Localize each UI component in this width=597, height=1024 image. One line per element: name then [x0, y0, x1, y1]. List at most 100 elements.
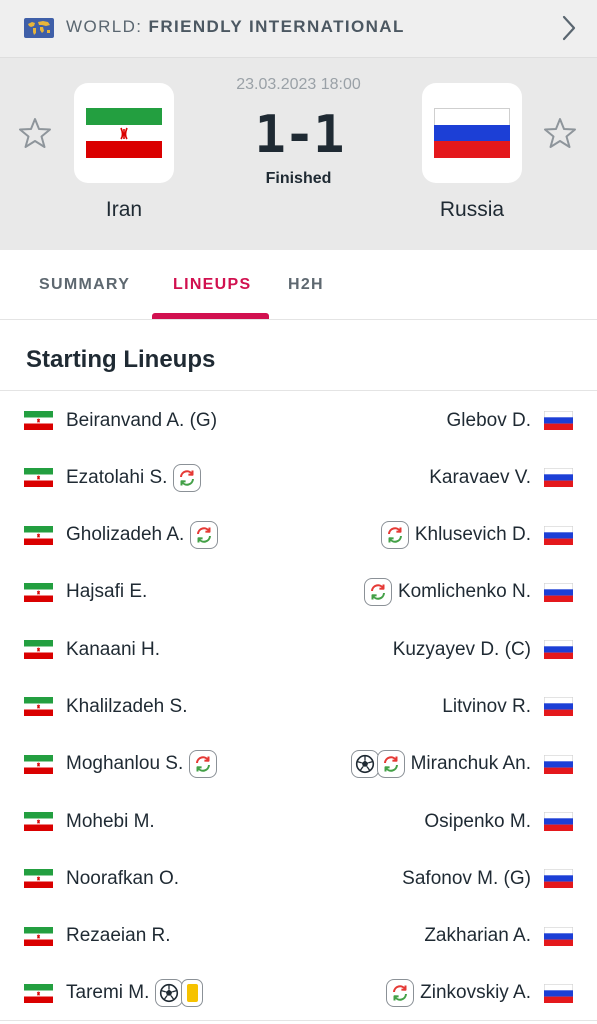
iran-flag-icon [24, 640, 53, 660]
player-name[interactable]: Karavaev V. [429, 467, 531, 489]
player-name[interactable]: Hajsafi E. [66, 581, 147, 603]
competition-prefix: WORLD: [66, 17, 143, 36]
player-event-icons [190, 521, 219, 550]
away-player[interactable]: Karavaev V. [429, 449, 573, 506]
substitution-icon [386, 979, 415, 1008]
player-event-icons [173, 463, 202, 492]
lineup-row: Gholizadeh A. Khlusevich D. [0, 507, 597, 564]
favorite-star-icon-home[interactable] [18, 116, 52, 150]
player-name[interactable]: Glebov D. [447, 410, 531, 432]
russia-flag-icon [544, 926, 573, 946]
iran-flag-icon [24, 754, 53, 774]
tab-h2h[interactable]: H2H [288, 276, 324, 294]
tab-lineups[interactable]: LINEUPS [173, 276, 251, 294]
iran-flag-icon [24, 697, 53, 717]
player-name[interactable]: Safonov M. (G) [402, 868, 531, 890]
player-name[interactable]: Moghanlou S. [66, 753, 183, 775]
home-player[interactable]: Hajsafi E. [24, 564, 147, 621]
yellow-card-icon [181, 979, 204, 1008]
match-status: Finished [265, 170, 332, 187]
home-player[interactable]: Mohebi M. [24, 793, 155, 850]
substitution-icon [363, 578, 392, 607]
russia-flag-icon [544, 468, 573, 488]
player-name[interactable]: Mohebi M. [66, 811, 155, 833]
player-event-icons [189, 750, 218, 779]
player-name[interactable]: Kanaani H. [66, 639, 160, 661]
player-event-icons [380, 521, 409, 550]
substitution-icon [380, 521, 409, 550]
away-player[interactable]: Zakharian A. [424, 908, 573, 965]
away-team-logo[interactable] [422, 83, 522, 183]
player-name[interactable]: Komlichenko N. [398, 581, 531, 603]
home-player[interactable]: Beiranvand A. (G) [24, 392, 217, 449]
home-player[interactable]: Gholizadeh A. [24, 507, 219, 564]
russia-flag-icon [434, 108, 510, 158]
away-player[interactable]: Miranchuk An. [350, 736, 573, 793]
russia-flag-icon [544, 525, 573, 545]
player-name[interactable]: Kuzyayev D. (C) [393, 639, 531, 661]
substitution-icon [376, 750, 405, 779]
player-name[interactable]: Khalilzadeh S. [66, 696, 187, 718]
home-player[interactable]: Rezaeian R. [24, 908, 171, 965]
player-event-icons [350, 750, 405, 779]
iran-flag-icon [24, 926, 53, 946]
iran-flag-icon [24, 468, 53, 488]
home-team-logo[interactable] [74, 83, 174, 183]
player-name[interactable]: Osipenko M. [424, 811, 531, 833]
home-team-name[interactable]: Iran [44, 198, 204, 222]
away-player[interactable]: Glebov D. [447, 392, 573, 449]
player-name[interactable]: Zinkovskiy A. [420, 982, 531, 1004]
home-player[interactable]: Khalilzadeh S. [24, 678, 187, 735]
home-player[interactable]: Ezatolahi S. [24, 449, 202, 506]
player-name[interactable]: Rezaeian R. [66, 925, 171, 947]
substitution-icon [173, 463, 202, 492]
away-team-name[interactable]: Russia [392, 198, 552, 222]
favorite-star-icon-away[interactable] [543, 116, 577, 150]
player-name[interactable]: Gholizadeh A. [66, 524, 184, 546]
lineup-row: Noorafkan O. Safonov M. (G) [0, 850, 597, 907]
lineup-row: Ezatolahi S. Karavaev V. [0, 449, 597, 506]
home-player[interactable]: Kanaani H. [24, 621, 160, 678]
away-player[interactable]: Safonov M. (G) [402, 850, 573, 907]
away-player[interactable]: Zinkovskiy A. [386, 965, 573, 1022]
player-name[interactable]: Ezatolahi S. [66, 467, 167, 489]
away-player[interactable]: Osipenko M. [424, 793, 573, 850]
match-score: 1-1 [254, 105, 345, 165]
russia-flag-icon [544, 983, 573, 1003]
lineup-row: Kanaani H. Kuzyayev D. (C) [0, 621, 597, 678]
home-player[interactable]: Noorafkan O. [24, 850, 179, 907]
player-name[interactable]: Taremi M. [66, 982, 149, 1004]
player-name[interactable]: Miranchuk An. [411, 753, 531, 775]
iran-flag-icon [24, 812, 53, 832]
iran-flag-icon [24, 582, 53, 602]
chevron-right-icon[interactable] [560, 14, 578, 42]
competition-bar[interactable]: WORLD: FRIENDLY INTERNATIONAL [0, 0, 597, 58]
player-event-icons [155, 979, 204, 1008]
home-player[interactable]: Taremi M. [24, 965, 204, 1022]
competition-name: FRIENDLY INTERNATIONAL [148, 17, 405, 36]
lineups-list: Beiranvand A. (G) Glebov D. Ezatolahi S. Ka… [0, 392, 597, 1022]
russia-flag-icon [544, 869, 573, 889]
away-player[interactable]: Khlusevich D. [380, 507, 573, 564]
divider [0, 1020, 597, 1021]
player-name[interactable]: Noorafkan O. [66, 868, 179, 890]
russia-flag-icon [544, 411, 573, 430]
competition-label[interactable]: WORLD: FRIENDLY INTERNATIONAL [66, 17, 405, 37]
player-name[interactable]: Zakharian A. [424, 925, 531, 947]
lineup-row: Rezaeian R. Zakharian A. [0, 908, 597, 965]
player-name[interactable]: Beiranvand A. (G) [66, 410, 217, 432]
away-player[interactable]: Komlichenko N. [363, 564, 573, 621]
tab-summary[interactable]: SUMMARY [39, 276, 130, 294]
player-event-icons [363, 578, 392, 607]
match-header: Iran 23.03.2023 18:00 1-1 Finished Russi… [0, 58, 597, 250]
away-player[interactable]: Kuzyayev D. (C) [393, 621, 573, 678]
russia-flag-icon [544, 640, 573, 660]
player-name[interactable]: Khlusevich D. [415, 524, 531, 546]
player-name[interactable]: Litvinov R. [442, 696, 531, 718]
match-tabs: SUMMARY LINEUPS H2H [0, 250, 597, 320]
active-tab-indicator [152, 313, 269, 319]
home-player[interactable]: Moghanlou S. [24, 736, 218, 793]
substitution-icon [189, 750, 218, 779]
russia-flag-icon [544, 582, 573, 602]
away-player[interactable]: Litvinov R. [442, 678, 573, 735]
